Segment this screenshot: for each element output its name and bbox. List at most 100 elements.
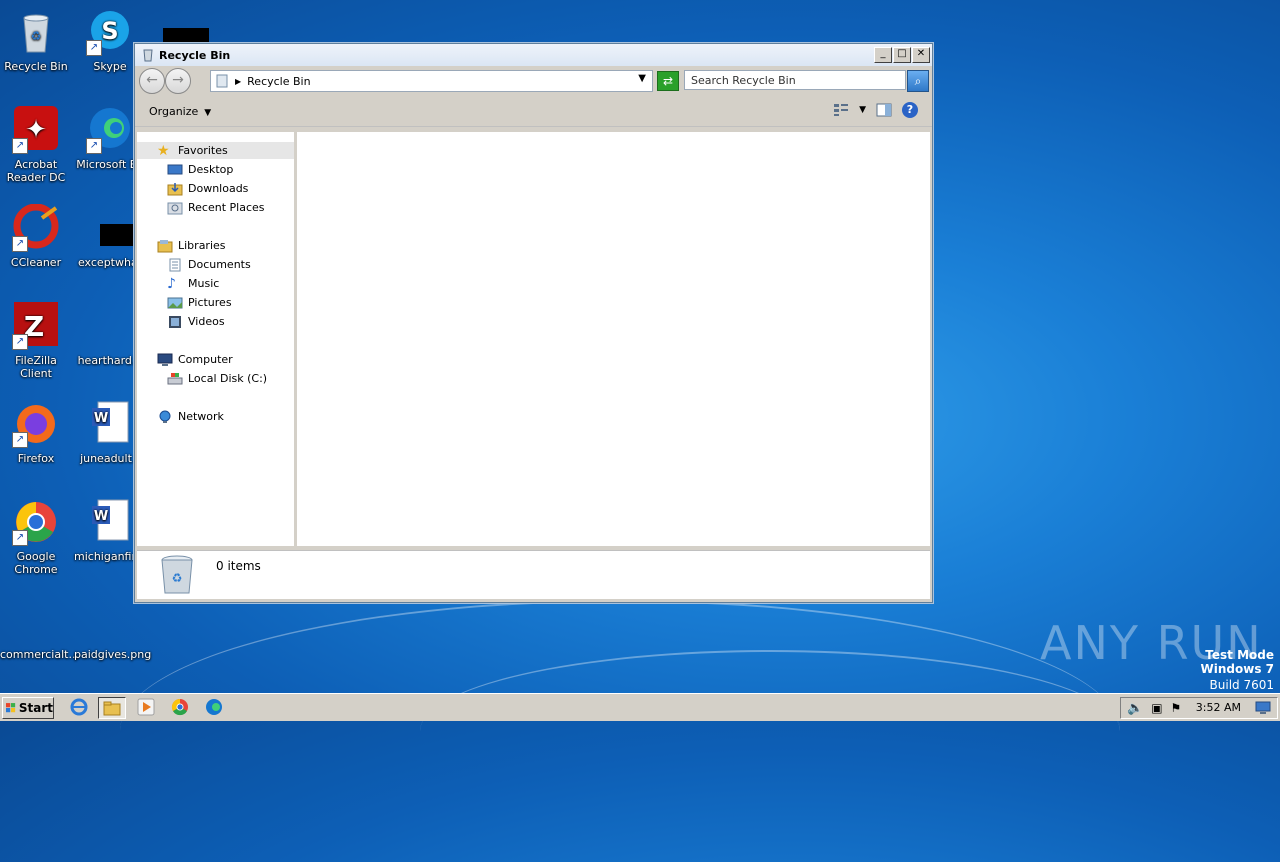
- minimize-button[interactable]: _: [874, 47, 892, 63]
- redacted-block: [163, 28, 209, 44]
- chevron-down-icon[interactable]: ▼: [859, 105, 866, 115]
- shortcut-arrow-icon: ↗: [12, 530, 28, 546]
- desktop-icon-label: commercialt...: [0, 648, 79, 661]
- recycle-bin-icon: [216, 74, 228, 88]
- nav-item-libraries[interactable]: Libraries: [157, 237, 226, 254]
- nav-item-recent-places[interactable]: Recent Places: [167, 199, 265, 216]
- nav-item-local-disk[interactable]: Local Disk (C:): [167, 370, 267, 387]
- videos-icon: [169, 315, 181, 328]
- maximize-button[interactable]: □: [893, 47, 911, 63]
- desktop-icon-acrobat[interactable]: ✦ ↗ Acrobat Reader DC: [0, 106, 72, 184]
- file-icon: [86, 204, 146, 252]
- organize-label: Organize: [149, 104, 199, 118]
- nav-item-network[interactable]: Network: [157, 408, 224, 425]
- taskbar-explorer[interactable]: [98, 697, 126, 719]
- desktop-icon-label: Firefox: [17, 452, 55, 465]
- nav-item-pictures[interactable]: Pictures: [167, 294, 232, 311]
- taskbar-media-player[interactable]: [133, 697, 159, 717]
- file-list-area[interactable]: [297, 132, 930, 546]
- skype-icon: S ↗: [86, 8, 134, 56]
- svg-text:♻: ♻: [31, 29, 42, 43]
- address-row: ← → ▶ Recycle Bin ▼ ⇄ Search Recycle Bin…: [135, 66, 932, 96]
- back-button[interactable]: ←: [139, 68, 165, 94]
- desktop-icon-ccleaner[interactable]: ↗ CCleaner: [0, 203, 72, 269]
- nav-label: Desktop: [188, 163, 234, 176]
- network-icon: [159, 410, 171, 423]
- address-bar[interactable]: ▶ Recycle Bin ▼: [210, 70, 653, 92]
- nav-item-downloads[interactable]: Downloads: [167, 180, 248, 197]
- organize-button[interactable]: Organize ▼: [149, 105, 211, 118]
- preview-pane-icon[interactable]: [876, 103, 892, 117]
- show-desktop-icon[interactable]: [1255, 701, 1271, 715]
- desktop-icon-firefox[interactable]: ↗ Firefox: [0, 400, 72, 465]
- network-status-icon[interactable]: ▣: [1151, 701, 1162, 715]
- action-center-flag-icon[interactable]: ⚑: [1171, 701, 1182, 715]
- refresh-button[interactable]: ⇄: [657, 71, 679, 91]
- shortcut-arrow-icon: ↗: [12, 432, 28, 448]
- nav-item-desktop[interactable]: Desktop: [167, 161, 233, 178]
- command-bar: Organize ▼ ▼ ?: [135, 96, 932, 127]
- nav-item-favorites[interactable]: ★ Favorites: [137, 142, 294, 159]
- help-icon[interactable]: ?: [902, 102, 918, 118]
- address-text: Recycle Bin: [247, 74, 311, 88]
- title-bar[interactable]: Recycle Bin _ □ ✕: [135, 44, 932, 66]
- explorer-window: Recycle Bin _ □ ✕ ← → ▶ Recycle Bin ▼ ⇄ …: [134, 43, 933, 603]
- taskbar-edge[interactable]: [201, 697, 227, 717]
- desktop-icon-label: CCleaner: [10, 256, 62, 269]
- chevron-down-icon[interactable]: ▼: [638, 73, 646, 84]
- close-button[interactable]: ✕: [912, 47, 930, 63]
- firefox-icon: ↗: [12, 400, 60, 448]
- nav-label: Recent Places: [188, 201, 265, 214]
- media-player-icon: [137, 698, 155, 716]
- desktop-icon-paidgives[interactable]: paidgives.png: [74, 596, 151, 661]
- nav-item-music[interactable]: ♪ Music: [167, 275, 219, 292]
- shortcut-arrow-icon: ↗: [12, 334, 28, 350]
- start-button[interactable]: Start: [2, 697, 54, 719]
- chrome-icon: ↗: [12, 498, 60, 546]
- word-document-icon: W: [86, 498, 134, 546]
- folder-icon: [103, 701, 121, 716]
- breadcrumb-arrow-icon[interactable]: ▶: [235, 77, 241, 86]
- word-document-icon: W: [86, 400, 134, 448]
- acrobat-icon: ✦ ↗: [12, 106, 60, 154]
- details-pane: ♻ 0 items: [137, 550, 930, 599]
- taskbar-ie[interactable]: [66, 697, 92, 717]
- desktop-icon-label: Acrobat Reader DC: [6, 158, 66, 184]
- windows-logo-icon: [6, 703, 16, 713]
- nav-item-computer[interactable]: Computer: [157, 351, 233, 368]
- pictures-icon: [167, 297, 183, 308]
- clock[interactable]: 3:52 AM: [1196, 701, 1241, 714]
- svg-text:♻: ♻: [172, 571, 183, 585]
- desktop-icon-filezilla[interactable]: Z ↗ FileZilla Client: [0, 302, 72, 380]
- desktop-icon-chrome[interactable]: ↗ Google Chrome: [0, 498, 72, 576]
- ccleaner-icon: ↗: [12, 203, 60, 252]
- nav-label: Favorites: [178, 144, 228, 157]
- edge-icon: [206, 699, 222, 715]
- recycle-bin-icon: [143, 49, 153, 62]
- desktop-icon-commercialt[interactable]: commercialt...: [0, 596, 79, 661]
- wallpaper-streak: [420, 650, 1120, 812]
- search-icon[interactable]: ⌕: [907, 70, 929, 92]
- nav-item-documents[interactable]: Documents: [167, 256, 251, 273]
- nav-label: Downloads: [188, 182, 249, 195]
- desktop-icon-label: Google Chrome: [14, 550, 58, 576]
- forward-button[interactable]: →: [165, 68, 191, 94]
- desktop-icon-recycle-bin[interactable]: ♻ Recycle Bin: [0, 8, 72, 73]
- taskbar-chrome[interactable]: [167, 697, 193, 717]
- file-icon: [12, 596, 60, 644]
- build-label: Build 7601: [1209, 678, 1274, 692]
- nav-item-videos[interactable]: Videos: [167, 313, 225, 330]
- nav-label: Computer: [178, 353, 233, 366]
- nav-label: Documents: [188, 258, 251, 271]
- view-options-icon[interactable]: [833, 103, 849, 117]
- libraries-icon: [157, 239, 173, 252]
- chevron-down-icon: ▼: [204, 107, 212, 118]
- search-input[interactable]: Search Recycle Bin: [684, 70, 906, 90]
- star-icon: ★: [157, 142, 170, 159]
- shortcut-arrow-icon: ↗: [86, 138, 102, 154]
- nav-label: Local Disk (C:): [188, 372, 268, 385]
- test-mode-label: Test Mode: [1205, 648, 1274, 662]
- volume-icon[interactable]: 🔈: [1127, 701, 1143, 716]
- recycle-bin-icon: ♻: [12, 8, 60, 56]
- navigation-pane[interactable]: ★ Favorites Desktop Downloads Recent Plac…: [137, 132, 297, 546]
